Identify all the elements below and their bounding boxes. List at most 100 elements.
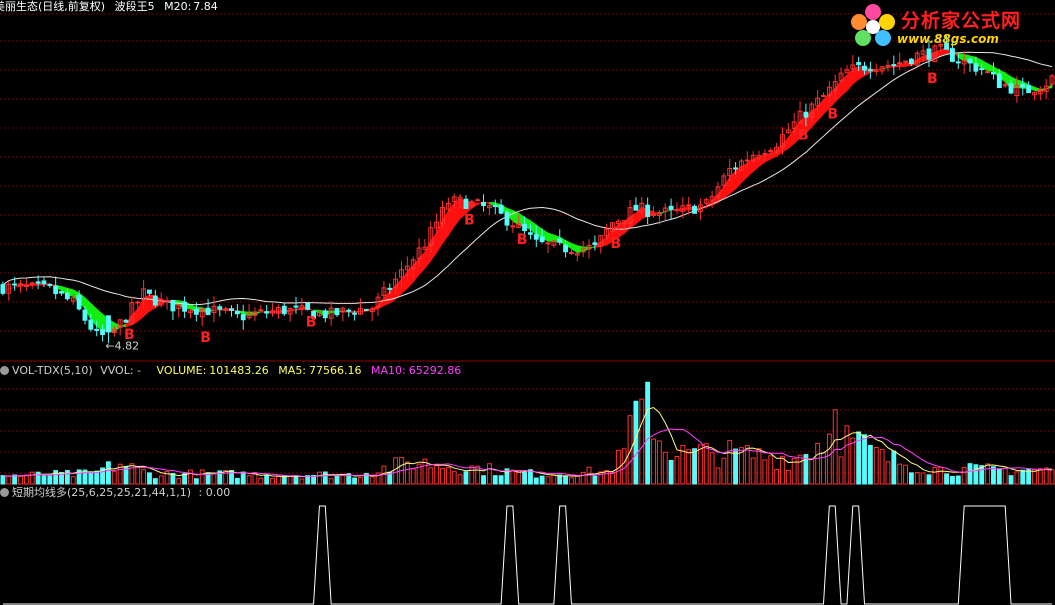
- volume-bar-down: [539, 475, 545, 485]
- volume-bar-down: [996, 468, 1002, 485]
- candle-down: [633, 204, 639, 211]
- candle-down: [539, 236, 545, 243]
- volume-bar-down: [0, 475, 6, 485]
- volume-bar-up: [457, 474, 463, 485]
- volume-bar-up: [903, 464, 908, 485]
- volume-bar-up: [879, 449, 885, 485]
- volume-bar-up: [715, 467, 721, 485]
- volume-bar-down: [41, 475, 47, 485]
- candle-down: [1008, 83, 1014, 94]
- volume-bar-up: [750, 457, 756, 485]
- buy-marker: B: [200, 330, 211, 346]
- volume-bar-up: [727, 440, 733, 485]
- volume-bar-down: [592, 475, 598, 485]
- candle-down: [53, 285, 59, 295]
- ma10-value: 65292.86: [408, 364, 462, 377]
- volume-bar-up: [838, 456, 844, 485]
- volume-bar-up: [873, 446, 879, 485]
- band-segment-down: [571, 242, 578, 254]
- volume-bar-down: [240, 471, 246, 485]
- gear-icon[interactable]: [0, 366, 9, 375]
- candle-down: [94, 328, 100, 331]
- ma5-value: 77566.16: [309, 364, 362, 377]
- volume-bar-up: [246, 475, 252, 485]
- candle-down: [322, 310, 328, 319]
- candle-down: [59, 290, 64, 294]
- candle-down: [334, 308, 340, 316]
- volume-bar-up: [780, 455, 785, 485]
- band-segment-up: [401, 270, 408, 295]
- band-segment-up: [412, 257, 420, 284]
- band-segment-up: [430, 231, 437, 262]
- volume-bar-up: [188, 469, 193, 485]
- volume-bar-up: [475, 465, 481, 485]
- candle-down: [281, 305, 287, 315]
- buy-marker: B: [517, 232, 528, 248]
- volume-bar-up: [23, 474, 29, 485]
- logo-title: 分析家公式网: [901, 10, 1022, 32]
- volume-bar-down: [53, 470, 59, 485]
- volume-bar-up: [627, 415, 633, 485]
- volume-bar-down: [967, 463, 973, 485]
- volume-bar-up: [961, 466, 967, 485]
- band-segment-up: [623, 215, 631, 235]
- volume-bar-up: [287, 475, 293, 485]
- candle-down: [229, 308, 234, 311]
- candle-down: [264, 311, 270, 314]
- volume-bar-down: [533, 477, 539, 485]
- band-segment-up: [829, 87, 836, 109]
- band-segment-up: [418, 250, 426, 276]
- volume-bar-down: [908, 472, 914, 485]
- volume-bar-up: [815, 442, 821, 485]
- volume-bar-down: [334, 474, 340, 485]
- volume-bar-up: [580, 471, 586, 485]
- volume-bar-down: [733, 448, 739, 485]
- volume-bar-up: [1037, 468, 1043, 485]
- candle-down: [205, 307, 211, 316]
- volume-bar-up: [639, 398, 645, 485]
- volume-bar-up: [1014, 471, 1020, 485]
- volume-bar-down: [862, 434, 867, 485]
- band-segment-up: [782, 136, 789, 153]
- volume-bar-down: [633, 400, 639, 485]
- candle-up: [821, 95, 826, 98]
- volume-bar-down: [481, 475, 486, 485]
- logo-url: www.88gs.com: [897, 32, 999, 46]
- candle-up: [545, 242, 551, 245]
- volume-bar-up: [744, 445, 750, 485]
- volume-bar-down: [463, 471, 469, 485]
- candle-down: [152, 295, 158, 306]
- band-segment-up: [137, 297, 144, 323]
- volume-bar-up: [375, 472, 381, 485]
- volume-bar-up: [674, 456, 680, 485]
- candle-down: [12, 283, 18, 286]
- volume-bar-up: [569, 477, 574, 485]
- volume-bar-up: [1002, 467, 1008, 485]
- volume-bar-down: [645, 381, 651, 485]
- gear-icon[interactable]: [0, 488, 9, 497]
- band-segment-down: [96, 308, 103, 332]
- volume-bar-up: [844, 425, 850, 485]
- stock-chart[interactable]: B BBBB BBBB←4.82: [0, 0, 1055, 605]
- buy-marker: B: [927, 71, 938, 87]
- volume-bar-down: [147, 472, 152, 485]
- volume-bar-up: [932, 467, 938, 485]
- candle-down: [522, 223, 528, 232]
- candle-down: [217, 306, 223, 310]
- candle-down: [527, 232, 533, 235]
- volume-bar-up: [1043, 467, 1049, 485]
- band-segment-up: [629, 212, 637, 229]
- candle-down: [1026, 85, 1032, 94]
- signal-line: [2, 505, 1053, 605]
- volume-bar-up: [604, 469, 610, 485]
- volume-bar-up: [445, 466, 451, 485]
- candle-up: [23, 285, 29, 288]
- buy-marker: B: [610, 236, 621, 252]
- band-segment-up: [682, 206, 689, 211]
- stock-name: 美丽生态(日线,前复权): [0, 0, 106, 13]
- band-segment-up: [776, 143, 783, 157]
- volume-bar-up: [768, 455, 774, 485]
- candle-up: [510, 225, 516, 228]
- candle-down: [645, 204, 651, 217]
- volume-bar-down: [955, 475, 961, 485]
